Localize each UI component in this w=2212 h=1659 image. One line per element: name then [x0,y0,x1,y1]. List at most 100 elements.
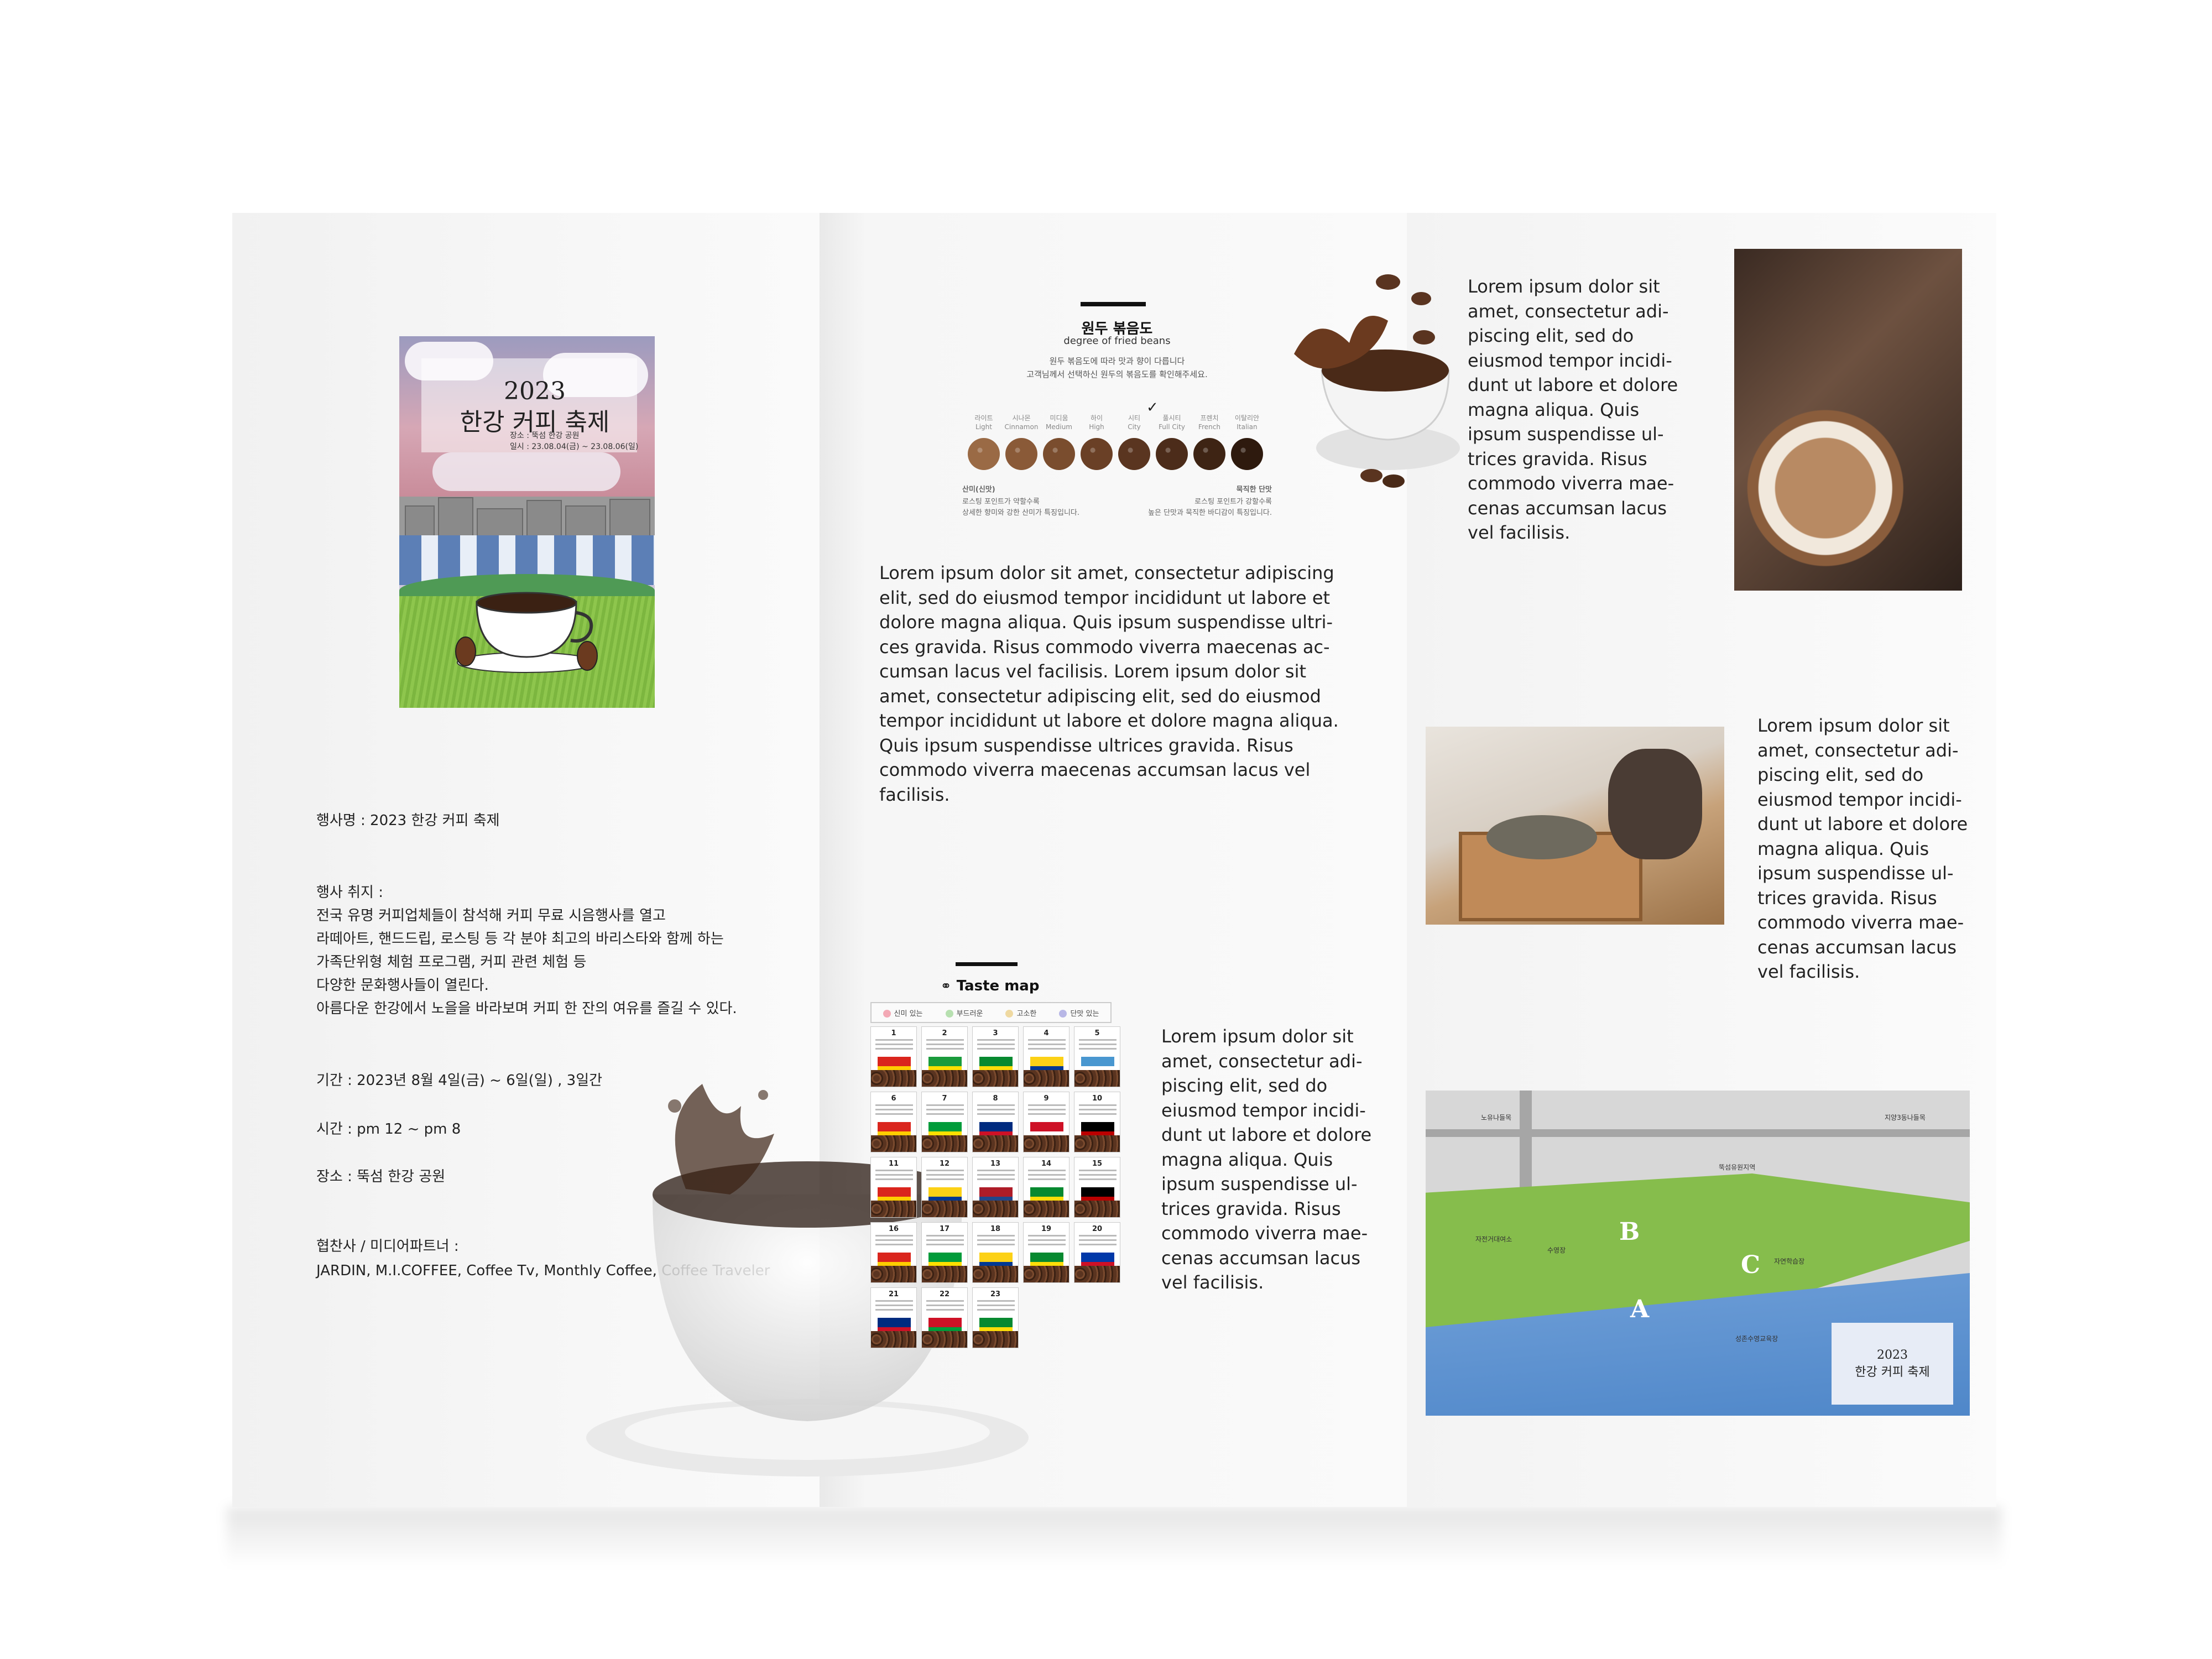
taste-card: 8 [972,1092,1019,1152]
taste-card-text-line [875,1170,913,1171]
taste-card-text-line [926,1309,964,1311]
taste-card-number: 22 [939,1290,950,1298]
coffee-beans-strip [871,1331,916,1348]
taste-card-number: 11 [888,1160,899,1168]
roast-foot-right-text: 높은 단맛과 묵직한 바디감이 특징입니다. [1148,509,1272,517]
taste-card-text-line [1028,1174,1066,1176]
taste-card-text-line [1079,1044,1117,1045]
taste-card-text-line [1079,1235,1117,1237]
taste-card: 9 [1023,1092,1070,1152]
roast-level-en: French [1198,423,1220,431]
coffee-beans-strip [871,1201,916,1217]
taste-card-text-line [977,1048,1015,1050]
taste-card-number: 1 [891,1029,896,1037]
taste-card-text-line [1079,1048,1117,1050]
taste-card-text-line [926,1300,964,1302]
roast-bean-swatch [1043,438,1075,470]
taste-card-text-line [1028,1044,1066,1045]
taste-card-text-line [977,1239,1015,1241]
taste-map-title: ⚭ Taste map [863,978,1117,994]
poster-place: 장소 : 뚝섬 한강 공원 [510,431,580,440]
middle-body-text: Lorem ipsum dolor sit amet, consectetur … [879,562,1339,805]
coffee-beans-strip [1074,1201,1120,1217]
roast-level-ko: 풀시티 [1162,414,1181,422]
roast-bean-swatch [1005,438,1037,470]
latte-art-photo [1734,249,1962,591]
taste-card-text-line [1079,1170,1117,1171]
taste-card-text-line [1028,1039,1066,1041]
roast-level-en: Full City [1159,423,1185,431]
roast-level-en: Light [975,423,992,431]
taste-card-text-line [926,1235,964,1237]
roast-level-ko: 프렌치 [1200,414,1219,422]
roast-bean-swatch [1193,438,1225,470]
roast-level-en: Italian [1237,423,1258,431]
map-label: 성존수영교육장 [1735,1335,1778,1343]
festival-poster: 2023 한강 커피 축제 장소 : 뚝섬 한강 공원 일시 : 23.08.0… [399,336,655,708]
event-place: 장소 : 뚝섬 한강 공원 [316,1168,446,1185]
taste-card-text-line [1028,1104,1066,1106]
taste-title-bar [956,962,1018,966]
bean-roasting-photo [1426,727,1724,925]
roast-level-label: 라이트 Light [966,414,1002,431]
event-name: 행사명 : 2023 한강 커피 축제 [316,812,500,829]
taste-card-text-line [875,1104,913,1106]
taste-card-text-line [1028,1109,1066,1110]
taste-card: 11 [870,1157,917,1218]
taste-card-text-line [1028,1048,1066,1050]
roast-level-label: 미디움 Medium [1041,414,1077,431]
roast-description: 고객님께서 선택하신 원두의 볶음도를 확인해주세요. [1026,369,1208,379]
roast-level-ko: 미디움 [1050,414,1068,422]
taste-card: 21 [870,1287,917,1348]
taste-card-text-line [875,1300,913,1302]
taste-legend-label: 신미 있는 [894,1009,923,1018]
taste-card-number: 4 [1044,1029,1049,1037]
taste-card-text-line [1079,1244,1117,1245]
taste-card-text-line [977,1309,1015,1311]
taste-card-text-line [875,1244,913,1245]
taste-card-text-line [977,1300,1015,1302]
coffee-beans-strip [871,1070,916,1087]
roast-foot-left-text: 로스팅 포인트가 약할수록 [962,498,1040,506]
legend-dot-icon [1005,1010,1014,1018]
taste-card-text-line [1079,1039,1117,1041]
taste-card-number: 8 [993,1094,998,1103]
event-purpose-line: 가족단위형 체험 프로그램, 커피 관련 체험 등 [316,954,587,971]
map-label: 자연학습장 [1774,1258,1805,1265]
poster-building [609,499,650,541]
taste-card-number: 14 [1041,1160,1052,1168]
taste-card-text-line [926,1305,964,1306]
roast-level-en: Cinnamon [1004,423,1039,431]
roast-bean-swatch [1118,438,1150,470]
taste-legend-item: 단맛 있는 [1059,1008,1099,1018]
taste-card-text-line [977,1235,1015,1237]
coffee-beans-strip [1074,1070,1120,1087]
taste-card-number: 15 [1092,1160,1103,1168]
roast-bean-swatch [1231,438,1263,470]
roast-bean-swatch [1156,438,1188,470]
roasting-pan [1486,815,1597,859]
poster-cloud [432,452,620,491]
coffee-beans-strip [1074,1135,1120,1152]
map-road [1426,1129,1970,1137]
coffee-beans-strip [922,1201,967,1217]
roast-level-label: 이탈리안 Italian [1229,414,1265,431]
coffee-beans-strip [1024,1201,1069,1217]
taste-card-text-line [1028,1178,1066,1180]
roast-level-en: Medium [1046,423,1072,431]
taste-card-text-line [875,1174,913,1176]
coffee-beans-strip [973,1266,1018,1282]
taste-card-number: 12 [939,1160,950,1168]
taste-card-text-line [875,1235,913,1237]
legend-dot-icon [883,1010,891,1018]
coffee-beans-strip [922,1070,967,1087]
map-label: 노유나들목 [1481,1114,1512,1121]
legend-dot-icon [1059,1010,1067,1018]
taste-card-text-line [1028,1239,1066,1241]
taste-legend: 신미 있는 부드러운 고소한 단맛 있는 [870,1002,1112,1023]
taste-card: 2 [921,1026,968,1087]
taste-card-text-line [875,1113,913,1115]
map-zone-b: B [1619,1218,1640,1246]
roast-description: 원두 볶음도에 따라 맛과 향이 다릅니다 [1049,356,1185,366]
coffee-beans-strip [973,1201,1018,1217]
